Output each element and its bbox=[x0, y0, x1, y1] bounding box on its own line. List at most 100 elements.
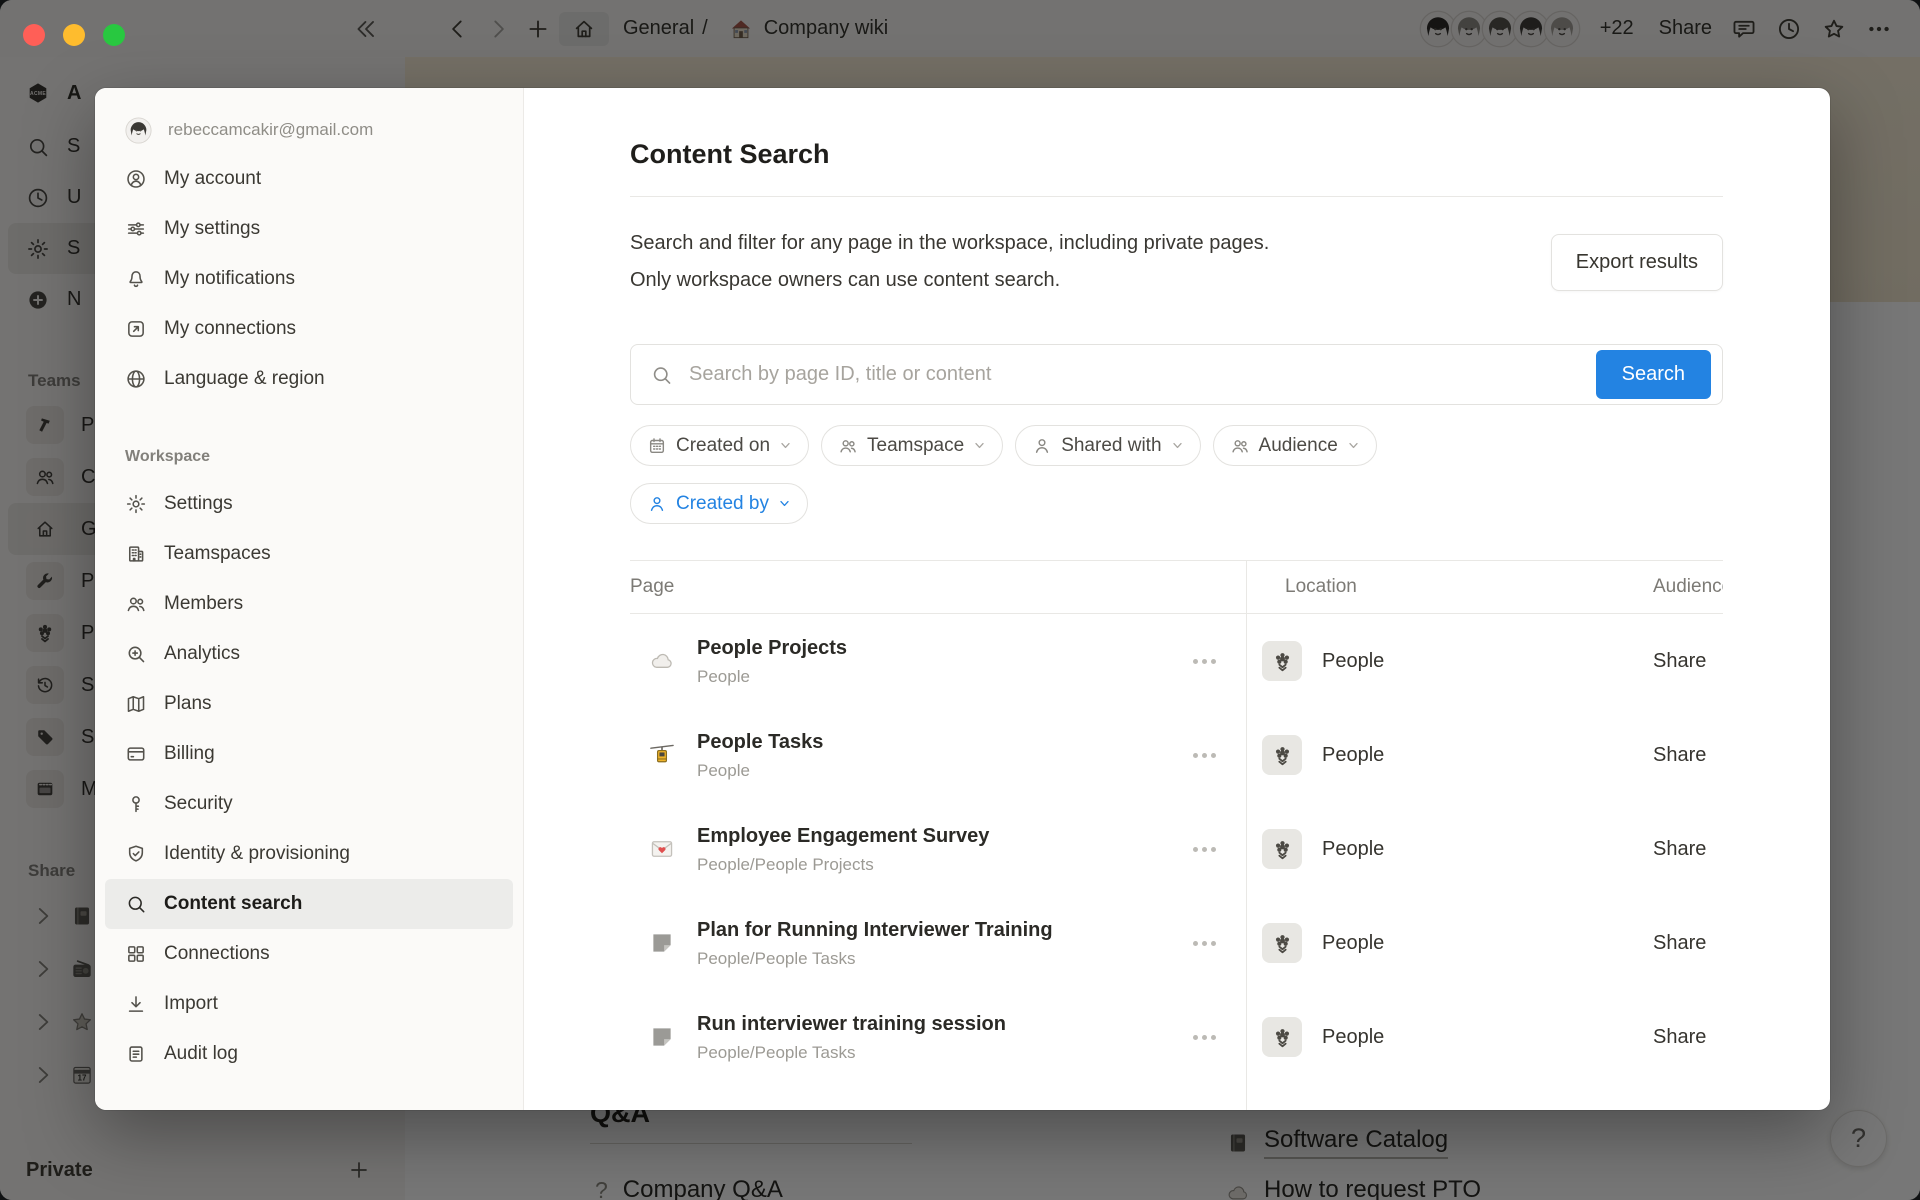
results-table: Page Location Audience People Projects P… bbox=[630, 560, 1723, 1110]
settings-nav-item-my-account[interactable]: My account bbox=[105, 154, 513, 204]
key-icon bbox=[125, 793, 147, 815]
search-input[interactable] bbox=[630, 344, 1723, 405]
filter-row-1: Created on Teamspace Shared with Audienc… bbox=[630, 425, 1723, 466]
column-location: Location bbox=[1246, 576, 1653, 598]
row-menu-icon[interactable] bbox=[1193, 659, 1216, 664]
settings-nav-item-content-search[interactable]: Content search bbox=[105, 879, 513, 929]
settings-nav-item-plans[interactable]: Plans bbox=[105, 679, 513, 729]
chevron-down-icon bbox=[1347, 439, 1360, 452]
audience-cell: Share bbox=[1653, 650, 1723, 673]
page-title-cell: People Projects bbox=[697, 635, 847, 661]
table-row[interactable]: Run interviewer training session People/… bbox=[630, 990, 1723, 1084]
card-icon bbox=[125, 743, 147, 765]
settings-nav-item-language-region[interactable]: Language & region bbox=[105, 354, 513, 404]
table-body: People Projects People People Share bbox=[630, 614, 1723, 1084]
workspace-settings-list: Settings Teamspaces Members Analytics Pl… bbox=[95, 479, 523, 1079]
bell-icon bbox=[125, 268, 147, 290]
settings-nav-item-identity-provisioning[interactable]: Identity & provisioning bbox=[105, 829, 513, 879]
chevron-down-icon bbox=[973, 439, 986, 452]
page-path: People bbox=[697, 761, 823, 781]
magnifier-plus-icon bbox=[125, 643, 147, 665]
content-search-panel: Content Search Search and filter for any… bbox=[524, 88, 1830, 1110]
settings-sidebar: rebeccamcakir@gmail.com My account My se… bbox=[95, 88, 524, 1110]
settings-nav-item-billing[interactable]: Billing bbox=[105, 729, 513, 779]
filter-row-2: Created by bbox=[630, 483, 1723, 524]
search-bar: Search bbox=[630, 344, 1723, 405]
close-window-button[interactable] bbox=[23, 24, 45, 46]
page-icon bbox=[648, 1023, 676, 1051]
row-menu-icon[interactable] bbox=[1193, 941, 1216, 946]
location-cell: People bbox=[1322, 744, 1384, 767]
page-path: People/People Projects bbox=[697, 855, 989, 875]
filter-chip-created-by[interactable]: Created by bbox=[630, 483, 808, 524]
settings-nav-item-analytics[interactable]: Analytics bbox=[105, 629, 513, 679]
description: Search and filter for any page in the wo… bbox=[630, 225, 1269, 299]
cloud-icon bbox=[648, 647, 676, 675]
window-controls bbox=[23, 24, 125, 46]
location-cell: People bbox=[1322, 932, 1384, 955]
settings-modal: rebeccamcakir@gmail.com My account My se… bbox=[95, 88, 1830, 1110]
person-icon bbox=[647, 494, 667, 514]
audience-cell: Share bbox=[1653, 744, 1723, 767]
page-icon bbox=[648, 929, 676, 957]
account-avatar bbox=[125, 117, 152, 144]
teamspace-flower-icon bbox=[1271, 744, 1294, 767]
audience-cell: Share bbox=[1653, 1026, 1723, 1049]
map-icon bbox=[125, 693, 147, 715]
search-icon bbox=[650, 363, 673, 386]
search-button[interactable]: Search bbox=[1596, 350, 1711, 399]
sliders-icon bbox=[125, 218, 147, 240]
minimize-window-button[interactable] bbox=[63, 24, 85, 46]
filter-chip-created-on[interactable]: Created on bbox=[630, 425, 809, 466]
letter-icon bbox=[648, 835, 676, 863]
table-row[interactable]: People Tasks People People Share bbox=[630, 708, 1723, 802]
settings-nav-item-my-connections[interactable]: My connections bbox=[105, 304, 513, 354]
filter-chip-teamspace[interactable]: Teamspace bbox=[821, 425, 1003, 466]
filter-chip-audience[interactable]: Audience bbox=[1213, 425, 1377, 466]
teamspace-flower-icon bbox=[1271, 650, 1294, 673]
settings-nav-item-teamspaces[interactable]: Teamspaces bbox=[105, 529, 513, 579]
page-path: People/People Tasks bbox=[697, 1043, 1006, 1063]
settings-nav-item-security[interactable]: Security bbox=[105, 779, 513, 829]
calendar-icon bbox=[647, 436, 667, 456]
arrow-out-icon bbox=[125, 318, 147, 340]
search-icon bbox=[125, 893, 147, 915]
page-title: Content Search bbox=[630, 138, 1723, 170]
location-cell: People bbox=[1322, 1026, 1384, 1049]
account-email: rebeccamcakir@gmail.com bbox=[168, 120, 373, 140]
settings-nav-item-connections[interactable]: Connections bbox=[105, 929, 513, 979]
globe-icon bbox=[125, 368, 147, 390]
page-path: People/People Tasks bbox=[697, 949, 1053, 969]
location-cell: People bbox=[1322, 650, 1384, 673]
settings-nav-item-import[interactable]: Import bbox=[105, 979, 513, 1029]
table-header: Page Location Audience bbox=[630, 560, 1723, 614]
zoom-window-button[interactable] bbox=[103, 24, 125, 46]
row-menu-icon[interactable] bbox=[1193, 1035, 1216, 1040]
column-audience: Audience bbox=[1653, 576, 1723, 598]
settings-nav-item-my-notifications[interactable]: My notifications bbox=[105, 254, 513, 304]
table-row[interactable]: Employee Engagement Survey People/People… bbox=[630, 802, 1723, 896]
row-menu-icon[interactable] bbox=[1193, 847, 1216, 852]
settings-nav-item-members[interactable]: Members bbox=[105, 579, 513, 629]
teamspace-flower-icon bbox=[1271, 838, 1294, 861]
settings-nav-item-settings[interactable]: Settings bbox=[105, 479, 513, 529]
settings-nav-item-my-settings[interactable]: My settings bbox=[105, 204, 513, 254]
grid-icon bbox=[125, 943, 147, 965]
people-icon bbox=[1230, 436, 1250, 456]
page-path: People bbox=[697, 667, 847, 687]
gear-icon bbox=[125, 493, 147, 515]
page-title-cell: People Tasks bbox=[697, 729, 823, 755]
table-row[interactable]: Plan for Running Interviewer Training Pe… bbox=[630, 896, 1723, 990]
filter-chip-shared-with[interactable]: Shared with bbox=[1015, 425, 1200, 466]
row-menu-icon[interactable] bbox=[1193, 753, 1216, 758]
building-icon bbox=[125, 543, 147, 565]
shield-check-icon bbox=[125, 843, 147, 865]
person-circle-icon bbox=[125, 168, 147, 190]
settings-nav-item-audit-log[interactable]: Audit log bbox=[105, 1029, 513, 1079]
page-title-cell: Plan for Running Interviewer Training bbox=[697, 917, 1053, 943]
export-results-button[interactable]: Export results bbox=[1551, 234, 1723, 291]
table-row[interactable]: People Projects People People Share bbox=[630, 614, 1723, 708]
people-icon bbox=[838, 436, 858, 456]
account-header: rebeccamcakir@gmail.com bbox=[95, 112, 523, 148]
teamspace-flower-icon bbox=[1271, 1026, 1294, 1049]
